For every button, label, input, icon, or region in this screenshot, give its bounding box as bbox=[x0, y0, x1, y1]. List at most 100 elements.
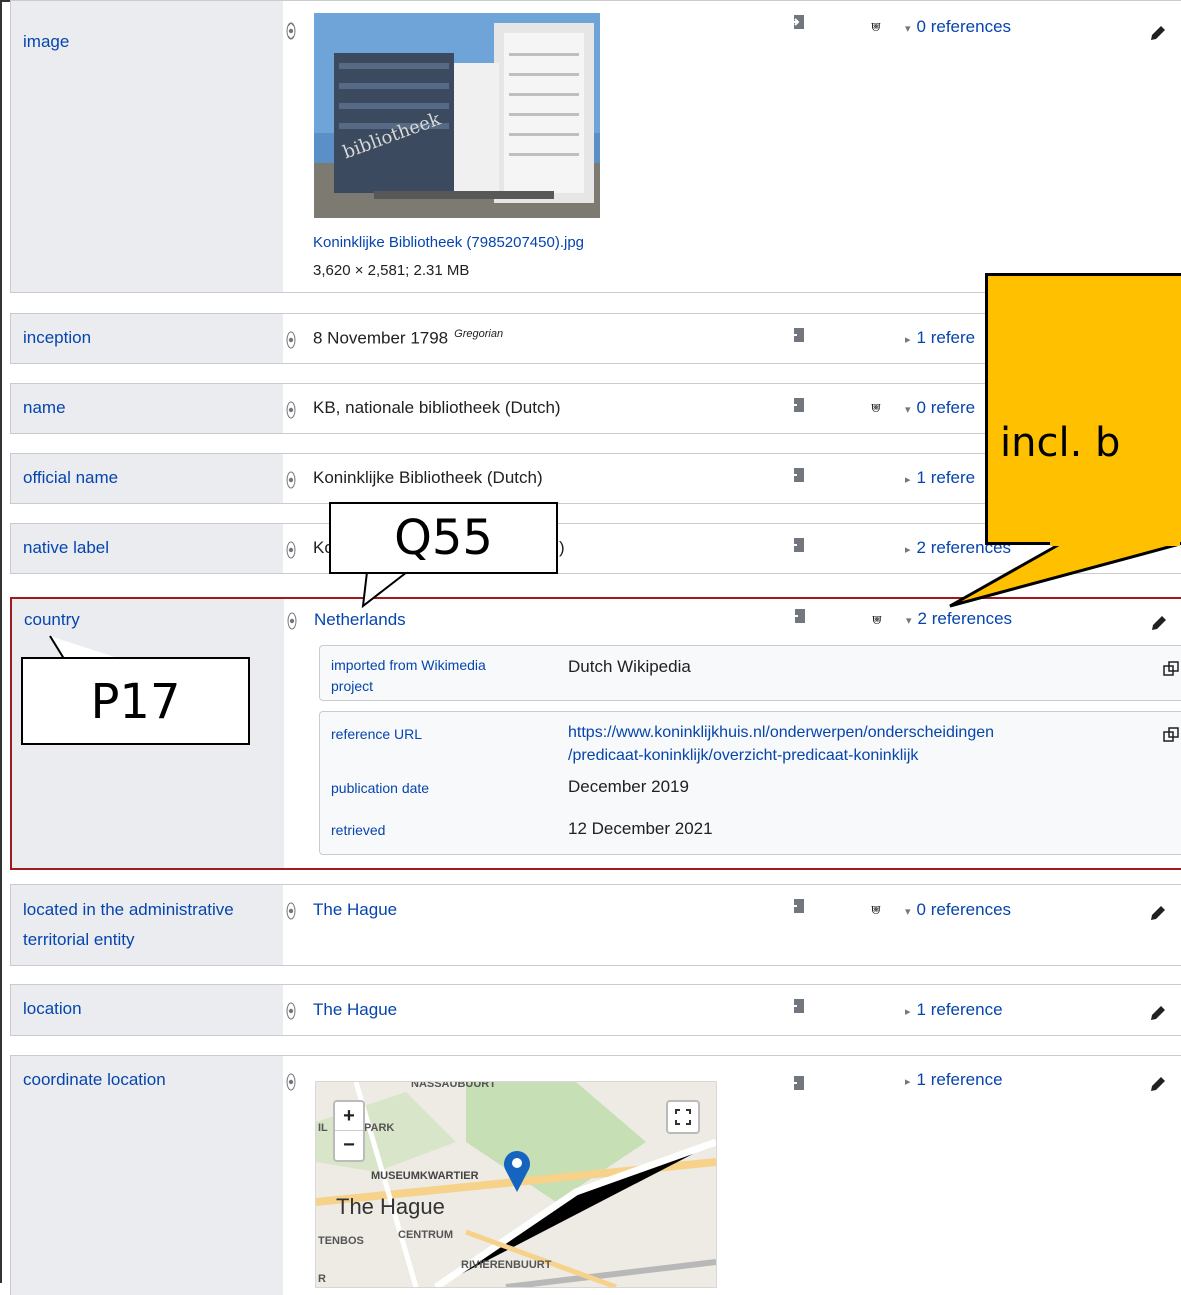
property-label[interactable]: location bbox=[23, 994, 273, 1024]
property-cell: located in the administrative territoria… bbox=[11, 885, 283, 965]
property-cell: name bbox=[11, 384, 283, 433]
reference-url-line-1[interactable]: https://www.koninklijkhuis.nl/onderwerpe… bbox=[568, 722, 994, 743]
p17-callout-text: P17 bbox=[90, 674, 181, 730]
rank-selector-icon[interactable] bbox=[285, 21, 297, 41]
compare-icon[interactable] bbox=[790, 396, 808, 414]
p17-callout: P17 bbox=[21, 657, 250, 745]
property-cell: inception bbox=[11, 314, 283, 363]
statement-located-in: located in the administrative territoria… bbox=[10, 884, 1181, 966]
references-toggle[interactable]: ▾ 0 references bbox=[905, 17, 1011, 37]
reference-block: imported from Wikimedia project Dutch Wi… bbox=[319, 645, 1181, 701]
references-tool-icon[interactable]: ⩐ bbox=[871, 399, 881, 416]
calendar-qualifier: Gregorian bbox=[454, 328, 504, 340]
compare-icon[interactable] bbox=[790, 13, 808, 31]
references-toggle[interactable]: ▾ 2 references bbox=[906, 609, 1012, 629]
map-label-tenbos: TENBOS bbox=[318, 1235, 364, 1247]
property-label[interactable]: inception bbox=[23, 323, 273, 353]
statement-value-end: ) bbox=[559, 538, 565, 557]
property-cell: image bbox=[11, 1, 283, 292]
reference-value: Dutch Wikipedia bbox=[568, 657, 691, 676]
statement-value: KB, nationale bibliotheek (Dutch) bbox=[313, 398, 561, 417]
property-label[interactable]: official name bbox=[23, 463, 273, 493]
zoom-out-button[interactable]: − bbox=[335, 1131, 363, 1159]
rank-selector-icon[interactable] bbox=[285, 1072, 297, 1092]
copy-icon[interactable] bbox=[1162, 660, 1180, 678]
references-toggle[interactable]: ▾ 0 refere bbox=[905, 398, 975, 418]
property-cell: native label bbox=[11, 524, 283, 573]
rank-selector-icon[interactable] bbox=[285, 1001, 297, 1021]
compare-icon[interactable] bbox=[790, 326, 808, 344]
reference-property[interactable]: reference URL bbox=[331, 724, 422, 745]
reference-url-line-2[interactable]: /predicaat-koninklijk/overzicht-predicaa… bbox=[568, 745, 918, 766]
reference-property[interactable]: imported from Wikimedia project bbox=[331, 655, 511, 697]
statement-location: location The Hague ▸ 1 reference bbox=[10, 984, 1181, 1036]
copy-icon[interactable] bbox=[1162, 726, 1180, 744]
property-cell: location bbox=[11, 985, 283, 1035]
property-label[interactable]: located in the administrative territoria… bbox=[23, 895, 273, 955]
map-view[interactable]: NASSAUBUURT PARK MUSEUMKWARTIER The Hagu… bbox=[315, 1081, 717, 1288]
yellow-callout-box bbox=[985, 273, 1181, 545]
q55-callout-text: Q55 bbox=[394, 510, 493, 566]
compare-icon[interactable] bbox=[790, 1074, 808, 1092]
reference-value: 12 December 2021 bbox=[568, 819, 713, 838]
location-pin-icon[interactable] bbox=[501, 1147, 533, 1193]
edit-pencil-icon[interactable] bbox=[1148, 1074, 1168, 1094]
zoom-controls: + − bbox=[333, 1100, 365, 1162]
reference-block: reference URL https://www.koninklijkhuis… bbox=[319, 711, 1181, 855]
q55-callout: Q55 bbox=[329, 502, 558, 574]
yellow-callout-text: incl. b bbox=[1000, 420, 1121, 466]
image-filename[interactable]: Koninklijke Bibliotheek (7985207450).jpg bbox=[313, 234, 584, 251]
building-photo[interactable]: bibliotheek bbox=[314, 13, 600, 218]
rank-selector-icon[interactable] bbox=[285, 400, 297, 420]
references-tool-icon[interactable]: ⩐ bbox=[871, 18, 881, 35]
statement-value: Koninklijke Bibliotheek (Dutch) bbox=[313, 468, 543, 487]
property-label[interactable]: image bbox=[23, 27, 273, 57]
rank-selector-icon[interactable] bbox=[285, 901, 297, 921]
property-cell: coordinate location bbox=[11, 1056, 283, 1295]
statement-value[interactable]: The Hague bbox=[313, 900, 397, 920]
compare-icon[interactable] bbox=[790, 897, 808, 915]
reference-property[interactable]: publication date bbox=[331, 778, 429, 799]
edit-pencil-icon[interactable] bbox=[1148, 1003, 1168, 1023]
statement-value[interactable]: Netherlands bbox=[314, 610, 406, 630]
edit-pencil-icon[interactable] bbox=[1149, 613, 1169, 633]
property-cell: official name bbox=[11, 454, 283, 503]
references-tool-icon[interactable]: ⩐ bbox=[871, 901, 881, 918]
fullscreen-button[interactable] bbox=[666, 1100, 700, 1134]
q55-callout-pointer bbox=[361, 571, 408, 609]
reference-property[interactable]: retrieved bbox=[331, 820, 385, 841]
edit-pencil-icon[interactable] bbox=[1148, 23, 1168, 43]
compare-icon[interactable] bbox=[790, 466, 808, 484]
zoom-in-button[interactable]: + bbox=[335, 1102, 363, 1131]
references-toggle[interactable]: ▸ 1 reference bbox=[905, 1070, 1003, 1090]
compare-icon[interactable] bbox=[790, 536, 808, 554]
property-label[interactable]: name bbox=[23, 393, 273, 423]
map-label-museumkwartier: MUSEUMKWARTIER bbox=[371, 1170, 479, 1182]
references-tool-icon[interactable]: ⩐ bbox=[872, 611, 882, 628]
compare-icon[interactable] bbox=[791, 607, 809, 625]
statement-value[interactable]: The Hague bbox=[313, 1000, 397, 1020]
map-label-centrum: CENTRUM bbox=[398, 1229, 453, 1241]
map-label-rivierenbuurt: RIVIERENBUURT bbox=[461, 1259, 552, 1271]
property-label[interactable]: native label bbox=[23, 533, 273, 563]
references-toggle[interactable]: ▾ 0 references bbox=[905, 900, 1011, 920]
references-toggle[interactable]: ▸ 1 refere bbox=[905, 328, 975, 348]
rank-selector-icon[interactable] bbox=[285, 540, 297, 560]
fullscreen-icon bbox=[675, 1109, 691, 1125]
edit-pencil-icon[interactable] bbox=[1148, 903, 1168, 923]
map-label-city: The Hague bbox=[336, 1194, 445, 1219]
references-toggle[interactable]: ▸ 1 refere bbox=[905, 468, 975, 488]
property-label[interactable]: coordinate location bbox=[23, 1065, 273, 1095]
compare-icon[interactable] bbox=[790, 997, 808, 1015]
map-label-nassaubuurt: NASSAUBUURT bbox=[411, 1081, 496, 1090]
statement-coordinate-location: coordinate location NASSAUBUURT PARK MUS… bbox=[10, 1055, 1181, 1295]
statement-value: 8 November 1798 Gregorian bbox=[313, 328, 504, 348]
property-label[interactable]: country bbox=[24, 605, 274, 635]
rank-selector-icon[interactable] bbox=[286, 611, 298, 631]
map-label-r: R bbox=[318, 1273, 326, 1285]
map-label-park: PARK bbox=[364, 1122, 395, 1134]
rank-selector-icon[interactable] bbox=[285, 470, 297, 490]
statement-image: image bibliotheek Koninklijke Bibliothee… bbox=[10, 0, 1181, 293]
rank-selector-icon[interactable] bbox=[285, 330, 297, 350]
references-toggle[interactable]: ▸ 1 reference bbox=[905, 1000, 1003, 1020]
